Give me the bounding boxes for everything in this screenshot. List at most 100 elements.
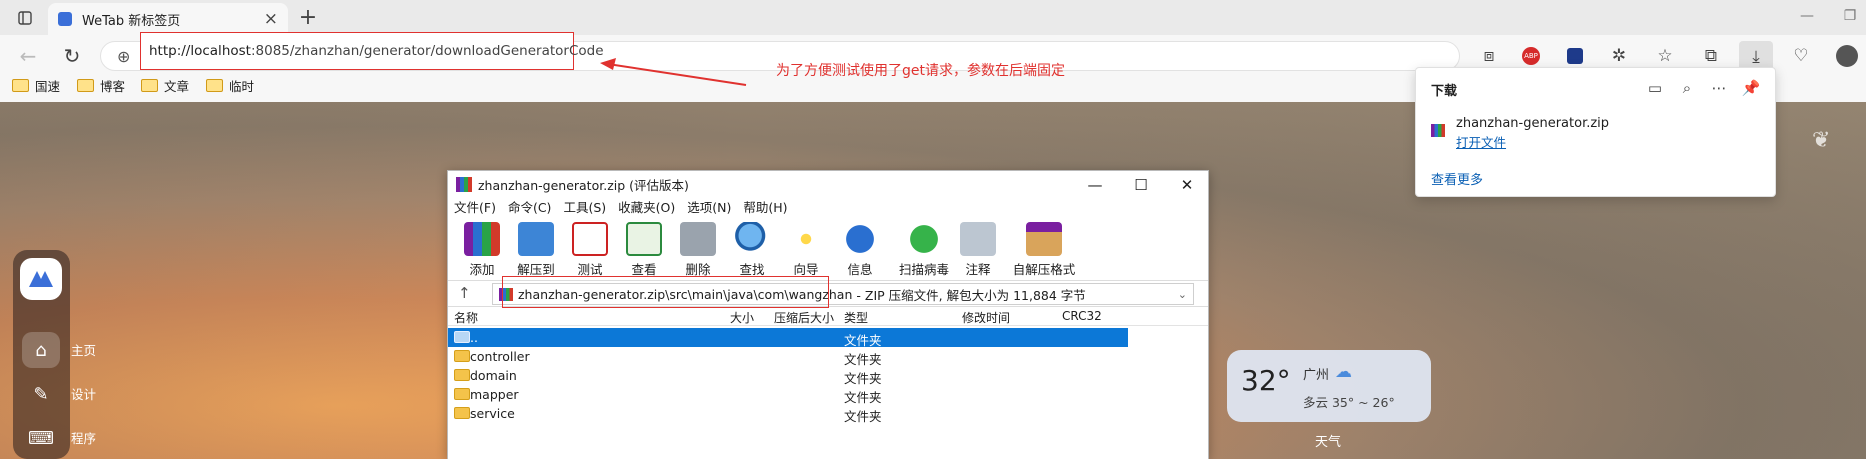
- column-modified[interactable]: 修改时间: [962, 309, 1010, 326]
- bookmark-item[interactable]: 国速: [12, 76, 60, 95]
- column-packed-size[interactable]: 压缩后大小: [774, 309, 834, 326]
- delete-button[interactable]: 删除: [668, 222, 728, 278]
- folder-icon: [12, 79, 29, 92]
- winrar-window: zhanzhan-generator.zip (评估版本) — ☐ ✕ 文件(F…: [447, 170, 1209, 459]
- menu-tools[interactable]: 工具(S): [563, 198, 606, 218]
- bookmark-item[interactable]: 博客: [77, 76, 125, 95]
- list-item[interactable]: service 文件夹: [448, 404, 1128, 424]
- sidebar-label-design[interactable]: 设计: [71, 384, 96, 403]
- menu-command[interactable]: 命令(C): [508, 198, 551, 218]
- view-button[interactable]: 查看: [614, 222, 674, 278]
- list-item[interactable]: mapper 文件夹: [448, 385, 1128, 405]
- folder-icon: [77, 79, 94, 92]
- url-text[interactable]: http://localhost:8085/zhanzhan/generator…: [140, 32, 604, 70]
- downloads-title: 下载: [1431, 84, 1458, 99]
- back-button[interactable]: ←: [12, 41, 44, 71]
- sidebar-item-home[interactable]: ⌂: [22, 332, 60, 368]
- sidebar-label-code[interactable]: 程序: [71, 428, 96, 447]
- close-tab-icon[interactable]: ×: [264, 9, 278, 29]
- virus-scan-button[interactable]: 扫描病毒: [894, 222, 954, 278]
- file-list: .. 文件夹 controller 文件夹 domain 文件夹 mapper 文件夹 …: [448, 326, 1208, 459]
- weather-widget[interactable]: 32° 广州 ☁ 多云 35° ~ 26°: [1227, 350, 1431, 422]
- menu-file[interactable]: 文件(F): [454, 198, 496, 218]
- folder-up-icon: [454, 331, 470, 343]
- file-list-header: 名称 大小 压缩后大小 类型 修改时间 CRC32: [448, 307, 1208, 326]
- bookmark-item[interactable]: 文章: [141, 76, 189, 95]
- window-icon: [18, 11, 32, 25]
- extract-to-button[interactable]: 解压到: [506, 222, 566, 278]
- menu-help[interactable]: 帮助(H): [743, 198, 787, 218]
- sidebar-item-design[interactable]: ✎: [22, 376, 60, 412]
- profile-avatar[interactable]: [1832, 41, 1862, 71]
- list-item[interactable]: domain 文件夹: [448, 366, 1128, 386]
- test-button[interactable]: 测试: [560, 222, 620, 278]
- annotation-text: 为了方便测试使用了get请求，参数在后端固定: [776, 63, 1065, 79]
- browser-tab[interactable]: WeTab 新标签页 ×: [48, 3, 288, 35]
- sfx-button[interactable]: 自解压格式: [1008, 222, 1080, 278]
- new-tab-button[interactable]: +: [293, 3, 323, 31]
- restore-button[interactable]: ❐: [1836, 5, 1864, 27]
- browser-essentials-icon[interactable]: ♡: [1786, 41, 1816, 71]
- wetab-icon: [58, 12, 72, 26]
- minimize-button[interactable]: —: [1072, 171, 1118, 198]
- tab-actions-button[interactable]: [10, 5, 40, 31]
- sidebar-label-home[interactable]: 主页: [71, 340, 96, 359]
- design-icon: ✎: [33, 383, 49, 405]
- folder-icon: [206, 79, 223, 92]
- comment-button[interactable]: 注释: [948, 222, 1008, 278]
- close-button[interactable]: ✕: [1164, 171, 1210, 198]
- open-file-link[interactable]: 打开文件: [1456, 132, 1506, 151]
- weather-temp: 32°: [1241, 364, 1291, 397]
- home-icon: ⌂: [35, 339, 47, 361]
- view-book-icon: [626, 222, 662, 256]
- bookmark-item[interactable]: 临时: [206, 76, 254, 95]
- more-icon[interactable]: ⋯: [1707, 76, 1731, 100]
- see-more-link[interactable]: 查看更多: [1431, 169, 1483, 188]
- winrar-titlebar: zhanzhan-generator.zip (评估版本) — ☐ ✕: [448, 171, 1208, 198]
- sidebar-item-code[interactable]: ⌨: [22, 420, 60, 456]
- search-icon[interactable]: ⌕: [1675, 76, 1699, 100]
- maximize-button[interactable]: ☐: [1118, 171, 1164, 198]
- column-type[interactable]: 类型: [844, 309, 868, 326]
- add-button[interactable]: 添加: [452, 222, 512, 278]
- find-button[interactable]: 查找: [722, 222, 782, 278]
- menu-options[interactable]: 选项(N): [687, 198, 731, 218]
- column-size[interactable]: 大小: [730, 309, 754, 326]
- tab-title: WeTab 新标签页: [82, 13, 181, 29]
- menu-favorites[interactable]: 收藏夹(O): [618, 198, 675, 218]
- column-name[interactable]: 名称: [454, 309, 478, 326]
- list-item[interactable]: .. 文件夹: [448, 328, 1128, 348]
- leaf-icon[interactable]: ❦: [1812, 128, 1830, 153]
- minimize-button[interactable]: —: [1793, 5, 1821, 27]
- tab-bar: WeTab 新标签页 × + — ❐: [0, 0, 1866, 35]
- column-crc32[interactable]: CRC32: [1062, 309, 1102, 323]
- archive-info: - ZIP 压缩文件, 解包大小为 11,884 字节: [856, 287, 1086, 303]
- folder-icon[interactable]: ▭: [1643, 76, 1667, 100]
- refresh-button[interactable]: ↻: [56, 41, 88, 71]
- up-arrow-icon[interactable]: ↑: [458, 284, 471, 302]
- weather-desc: 多云 35° ~ 26°: [1303, 395, 1395, 410]
- test-icon: [572, 222, 608, 256]
- winrar-menubar: 文件(F) 命令(C) 工具(S) 收藏夹(O) 选项(N) 帮助(H): [448, 198, 1208, 218]
- cloud-icon: ☁: [1335, 362, 1352, 382]
- chevron-down-icon[interactable]: ⌄: [1178, 288, 1187, 301]
- wizard-button[interactable]: 向导: [776, 222, 836, 278]
- trash-icon: [680, 222, 716, 256]
- download-file-name[interactable]: zhanzhan-generator.zip: [1456, 116, 1609, 131]
- comment-icon: [960, 222, 996, 256]
- path-highlight-box: [502, 276, 829, 308]
- folder-icon: [454, 388, 470, 400]
- info-button[interactable]: 信息: [830, 222, 890, 278]
- winrar-toolbar: 添加 解压到 测试 查看 删除 查找 向导 信息 扫描病毒 注释 自解压格式: [448, 218, 1208, 281]
- code-icon: ⌨: [28, 427, 54, 449]
- list-item[interactable]: controller 文件夹: [448, 347, 1128, 367]
- wand-icon: [788, 222, 824, 256]
- winrar-icon: [456, 177, 472, 192]
- winrar-title: zhanzhan-generator.zip (评估版本): [478, 178, 689, 193]
- weather-label: 天气: [1315, 435, 1342, 450]
- folder-icon: [141, 79, 158, 92]
- sidebar: ⌂ ✎ ⌨: [13, 250, 70, 459]
- info-icon: [842, 222, 878, 256]
- app-logo[interactable]: [20, 258, 62, 300]
- pin-icon[interactable]: 📌: [1739, 76, 1763, 100]
